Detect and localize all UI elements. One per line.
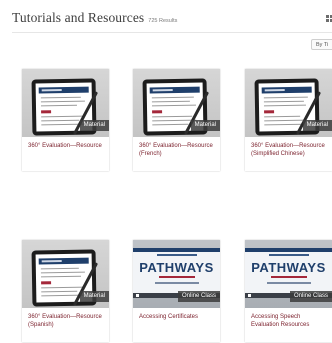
page-title: Tutorials and Resources: [12, 10, 145, 25]
card-type-badge: Material: [79, 120, 109, 131]
play-icon: [248, 294, 251, 297]
resource-card[interactable]: Material 360° Evaluation—Resource (Frenc…: [133, 69, 220, 171]
card-thumbnail: Material: [22, 240, 109, 308]
card-title[interactable]: 360° Evaluation—Resource: [28, 143, 106, 151]
card-thumbnail: PATHWAYS Online Class: [133, 240, 220, 308]
card-title[interactable]: Accessing Speech Evaluation Resources: [251, 314, 329, 329]
brand-text: PATHWAYS: [139, 260, 214, 275]
card-type-badge: Material: [302, 120, 332, 131]
page-header: Tutorials and Resources 725 Results: [12, 10, 177, 28]
card-type-badge: Material: [79, 291, 109, 302]
card-title[interactable]: 360° Evaluation—Resource (Spanish): [28, 314, 106, 329]
card-thumbnail: Material: [245, 69, 332, 137]
card-title[interactable]: 360° Evaluation—Resource (Simplified Chi…: [251, 143, 329, 158]
brand-text: PATHWAYS: [251, 260, 326, 275]
card-type-badge: Material: [190, 120, 220, 131]
resource-card[interactable]: Material 360° Evaluation—Resource (Spani…: [22, 240, 109, 342]
card-title[interactable]: Accessing Certificates: [139, 314, 217, 322]
card-thumbnail: Material: [133, 69, 220, 137]
card-thumbnail: Material: [22, 69, 109, 137]
resource-card[interactable]: PATHWAYS Online Class Accessing Certific…: [133, 240, 220, 342]
resource-card[interactable]: Material 360° Evaluation—Resource (Simpl…: [245, 69, 332, 171]
resource-card[interactable]: PATHWAYS Online Class Accessing Speech E…: [245, 240, 332, 342]
play-icon: [136, 294, 139, 297]
card-title[interactable]: 360° Evaluation—Resource (French): [139, 143, 217, 158]
sort-dropdown[interactable]: By Ti: [311, 39, 332, 50]
card-type-badge: Online Class: [177, 291, 220, 302]
card-thumbnail: PATHWAYS Online Class: [245, 240, 332, 308]
header-divider: [12, 32, 332, 33]
card-type-badge: Online Class: [289, 291, 332, 302]
results-count: 725 Results: [148, 18, 178, 24]
resource-card[interactable]: Material 360° Evaluation—Resource: [22, 69, 109, 171]
grid-view-icon[interactable]: [326, 15, 332, 22]
